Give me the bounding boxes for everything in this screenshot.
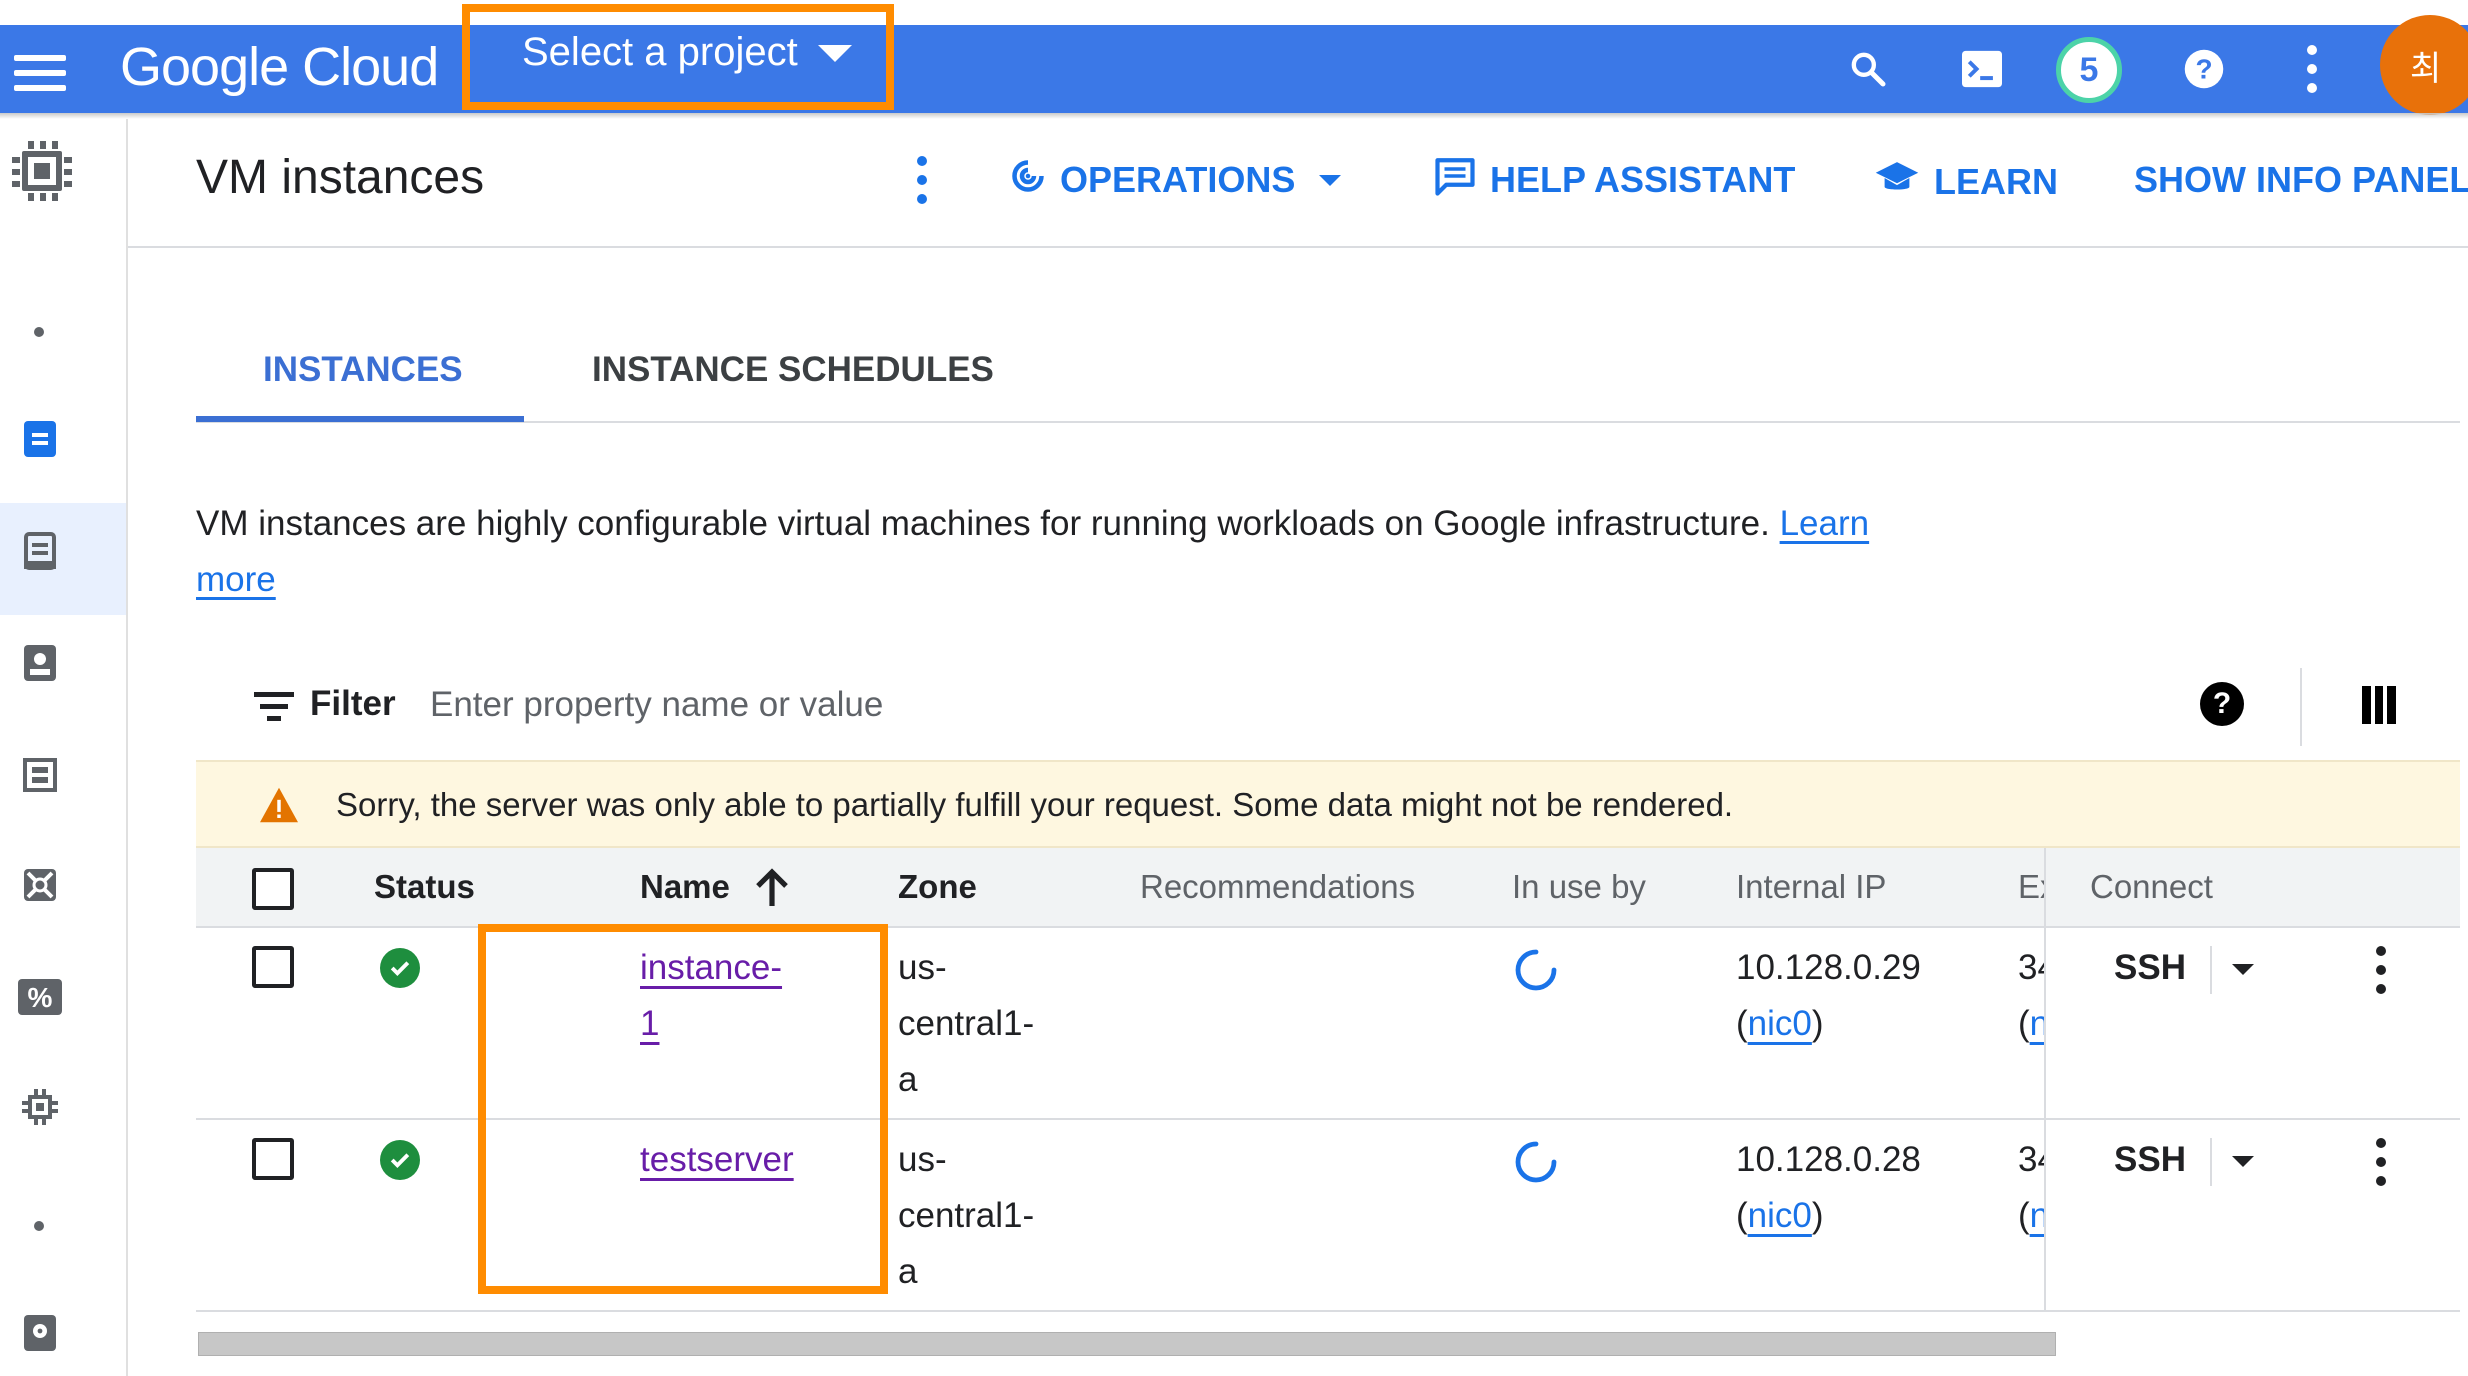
- project-selector-label: Select a project: [522, 30, 798, 74]
- search-icon[interactable]: [1836, 25, 1900, 113]
- loading-spinner-icon: [1512, 946, 1560, 999]
- external-ip-cell: 34 (n: [2018, 948, 2044, 1043]
- help-assistant-label: HELP ASSISTANT: [1490, 159, 1796, 200]
- column-header-in-use-by[interactable]: In use by: [1512, 868, 1646, 906]
- left-nav-rail: %: [0, 119, 128, 1376]
- page-more-vert-icon[interactable]: [916, 156, 928, 204]
- header-divider: [128, 246, 2468, 248]
- active-tab-indicator: [196, 416, 524, 422]
- show-info-panel-button[interactable]: SHOW INFO PANEL: [2134, 156, 2468, 204]
- cloud-shell-icon[interactable]: [1950, 25, 2014, 113]
- column-header-zone[interactable]: Zone: [898, 868, 977, 906]
- zone-cell: us- central1- a: [898, 948, 1035, 1099]
- compute-engine-icon[interactable]: [6, 135, 78, 207]
- loading-spinner-icon: [1512, 1138, 1560, 1191]
- sole-tenant-icon[interactable]: [18, 641, 62, 685]
- nav-dot: [34, 327, 44, 337]
- instance-templates-icon[interactable]: [18, 529, 62, 573]
- ssh-button[interactable]: SSH: [2114, 1132, 2186, 1188]
- partial-data-warning: Sorry, the server was only able to parti…: [196, 760, 2460, 848]
- table-header: Status Name Zone Recommendations In use …: [196, 848, 2460, 928]
- chevron-down-icon: [1319, 174, 1342, 186]
- column-header-connect[interactable]: Connect: [2090, 868, 2213, 906]
- column-header-recommendations[interactable]: Recommendations: [1140, 868, 1415, 906]
- chat-icon: [1434, 156, 1476, 205]
- page-title: VM instances: [196, 151, 485, 204]
- chevron-down-icon: [818, 45, 852, 62]
- top-app-bar: Google Cloud 5 ? 최: [0, 15, 2468, 115]
- row-checkbox[interactable]: [252, 946, 294, 988]
- top-bar-shadow: [0, 113, 2468, 119]
- filter-label: Filter: [310, 684, 396, 723]
- more-vert-icon[interactable]: [2306, 45, 2318, 93]
- column-header-external-ip[interactable]: Ex: [2018, 868, 2044, 906]
- name-column-highlight: [478, 924, 888, 1294]
- menu-icon[interactable]: [14, 55, 66, 91]
- sticky-column-divider: [2044, 848, 2046, 1312]
- ssh-divider: [2210, 946, 2212, 994]
- filter-bar: Filter ?: [196, 668, 2460, 746]
- migrate-icon[interactable]: [18, 1085, 62, 1129]
- filter-help-icon[interactable]: ?: [2200, 682, 2244, 726]
- warning-message: Sorry, the server was only able to parti…: [336, 786, 1734, 823]
- filter-list-icon: [254, 692, 294, 722]
- disks-icon[interactable]: [18, 1311, 62, 1355]
- school-icon: [1874, 158, 1920, 207]
- vm-instances-icon[interactable]: [18, 417, 62, 461]
- column-header-internal-ip[interactable]: Internal IP: [1736, 868, 1886, 906]
- nic-link[interactable]: nic0: [1748, 1004, 1812, 1043]
- ssh-divider: [2210, 1138, 2212, 1186]
- row-more-vert-icon[interactable]: [2376, 946, 2386, 994]
- svg-text:%: %: [28, 982, 53, 1013]
- description-text: VM instances are highly configurable vir…: [196, 504, 1770, 543]
- account-avatar[interactable]: 최: [2380, 15, 2468, 115]
- column-display-icon[interactable]: [2362, 686, 2397, 724]
- ssh-dropdown-icon[interactable]: [2232, 1156, 2254, 1167]
- nic-link[interactable]: nic0: [1748, 1196, 1812, 1235]
- help-assistant-button[interactable]: HELP ASSISTANT: [1434, 156, 1795, 204]
- help-icon[interactable]: ?: [2172, 25, 2236, 113]
- operations-button[interactable]: OPERATIONS: [1010, 156, 1342, 204]
- internal-ip-cell: 10.128.0.28 (nic0): [1736, 1140, 1921, 1235]
- ssh-dropdown-icon[interactable]: [2232, 964, 2254, 975]
- row-checkbox[interactable]: [252, 1138, 294, 1180]
- committed-use-discounts-icon[interactable]: %: [18, 975, 62, 1019]
- filter-input[interactable]: [430, 680, 1630, 730]
- ssh-button[interactable]: SSH: [2114, 940, 2186, 996]
- external-ip-cell: 34 (n: [2018, 1140, 2044, 1235]
- project-selector[interactable]: Select a project: [462, 4, 894, 110]
- tab-instance-schedules[interactable]: INSTANCE SCHEDULES: [592, 350, 994, 390]
- learn-button[interactable]: LEARN: [1874, 158, 2058, 206]
- svg-text:?: ?: [2195, 54, 2212, 85]
- column-header-name[interactable]: Name: [640, 868, 730, 906]
- status-running-icon: [380, 1140, 420, 1180]
- nav-dot: [34, 1221, 44, 1231]
- column-header-status[interactable]: Status: [374, 868, 475, 906]
- horizontal-scrollbar[interactable]: [198, 1332, 2056, 1356]
- select-all-checkbox[interactable]: [252, 868, 294, 910]
- machine-images-icon[interactable]: [18, 753, 62, 797]
- tabs-divider: [196, 421, 2460, 423]
- tpus-icon[interactable]: [18, 863, 62, 907]
- internal-ip-cell: 10.128.0.29 (nic0): [1736, 948, 1921, 1043]
- tab-instances[interactable]: INSTANCES: [263, 350, 463, 390]
- zone-cell: us- central1- a: [898, 1140, 1035, 1291]
- status-running-icon: [380, 948, 420, 988]
- warning-icon: [258, 786, 300, 829]
- operations-icon: [1010, 158, 1046, 203]
- sort-ascending-icon[interactable]: [754, 866, 790, 913]
- filter-divider: [2300, 668, 2302, 746]
- learn-label: LEARN: [1934, 161, 2058, 202]
- page-description: VM instances are highly configurable vir…: [196, 496, 1896, 608]
- notifications-badge[interactable]: 5: [2056, 37, 2122, 103]
- row-more-vert-icon[interactable]: [2376, 1138, 2386, 1186]
- show-info-panel-label: SHOW INFO PANEL: [2134, 159, 2468, 200]
- operations-label: OPERATIONS: [1060, 159, 1296, 200]
- google-cloud-logo[interactable]: Google Cloud: [120, 37, 439, 97]
